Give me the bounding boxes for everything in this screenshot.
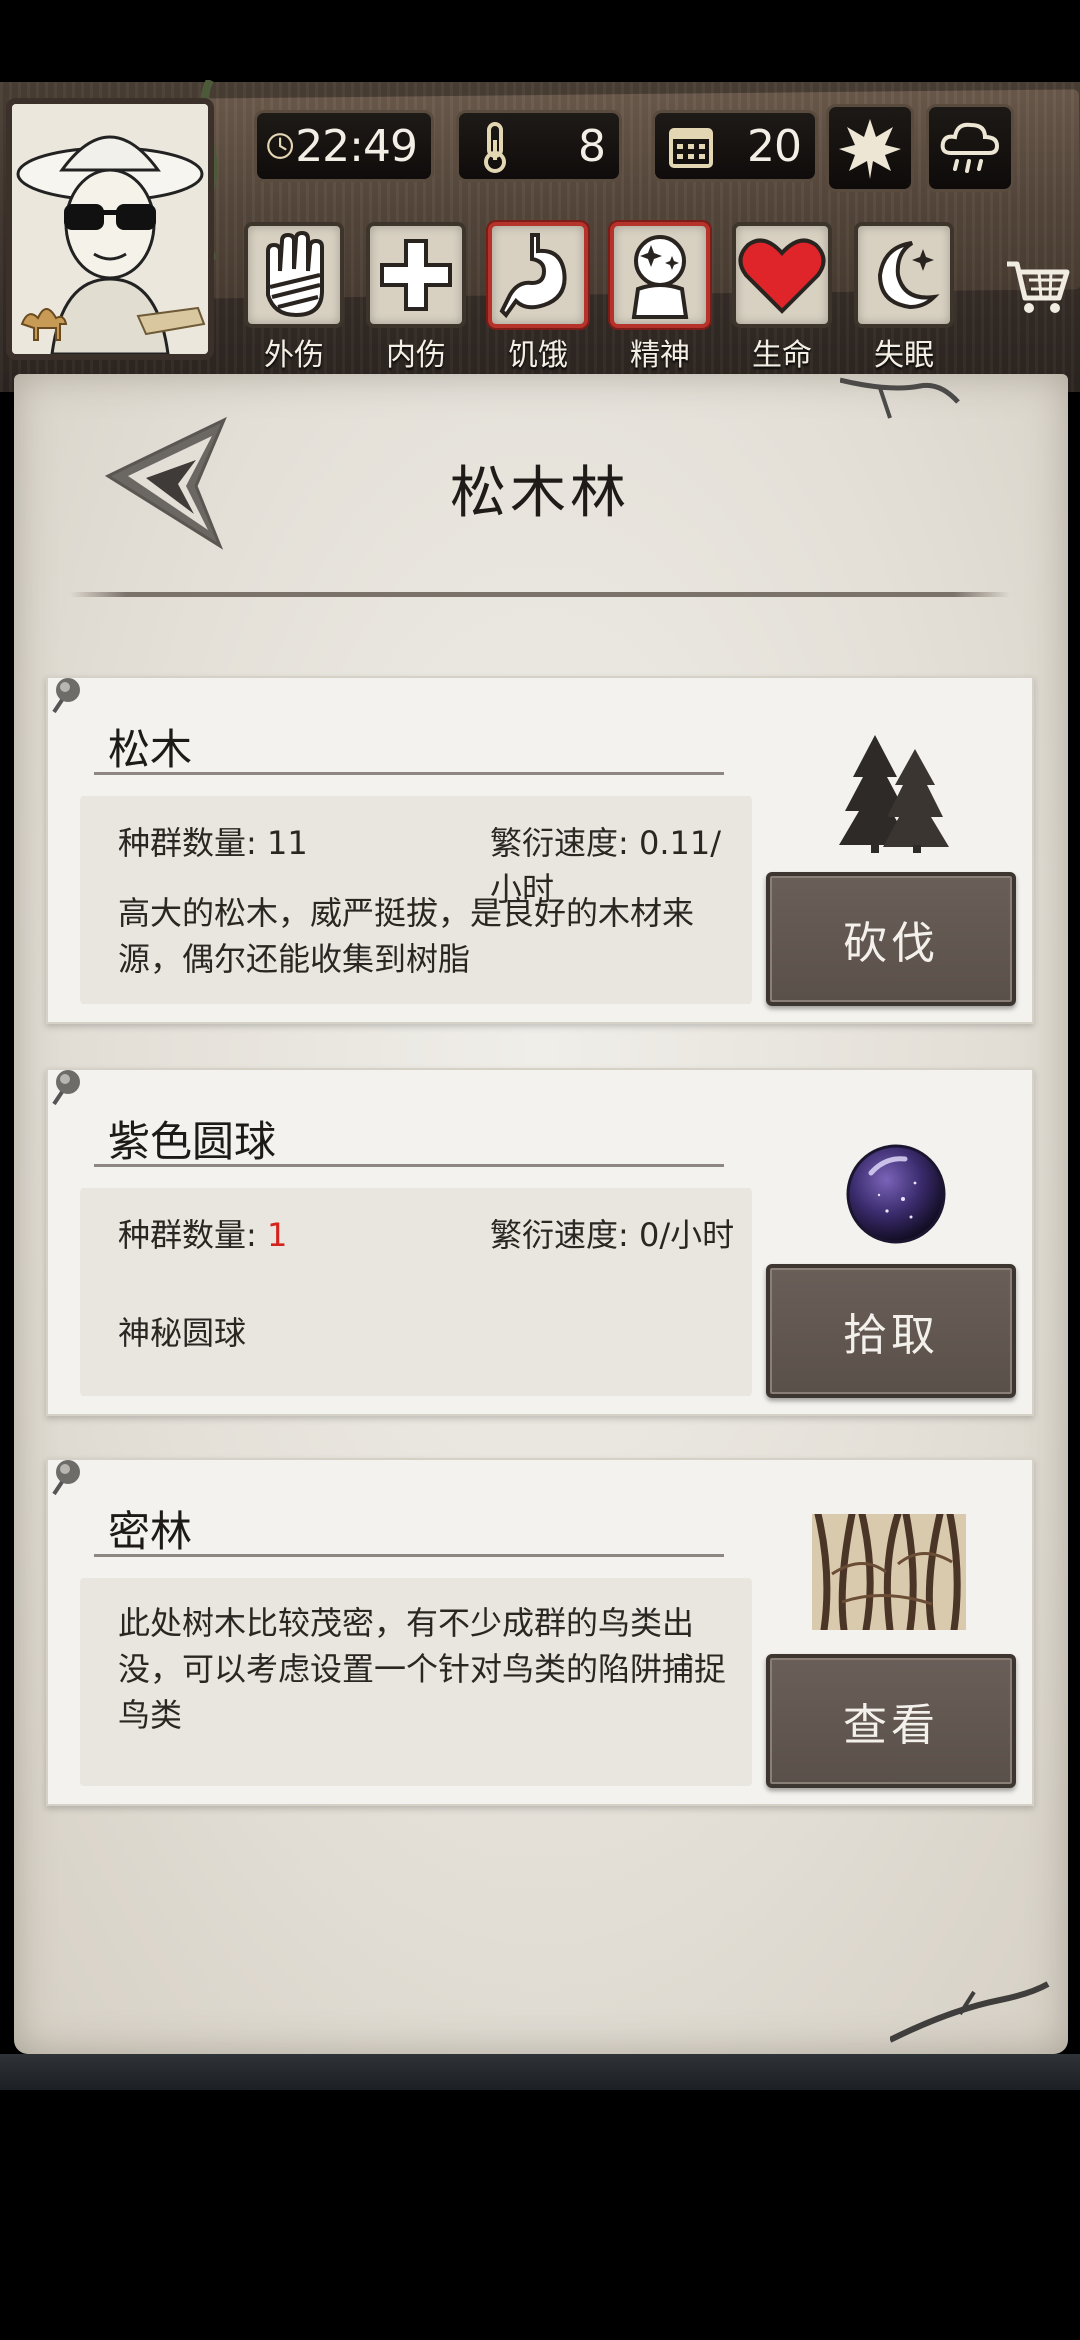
resource-art [812,1514,966,1630]
shop-button[interactable] [1000,250,1076,326]
pick-up-button[interactable]: 拾取 [766,1264,1016,1398]
resource-name: 紫色圆球 [108,1117,277,1166]
pine-trees-icon [839,735,949,853]
resource-description: 高大的松木，威严挺拔，是良好的木材来源，偶尔还能收集到树脂 [118,894,695,978]
growth-rate-label: 繁衍速度: [490,824,639,862]
resource-description: 此处树木比较茂密，有不少成群的鸟类出没，可以考虑设置一个针对鸟类的陷阱捕捉鸟类 [118,1604,727,1734]
back-arrow-icon [104,416,227,550]
rain-cloud-icon [940,122,1000,173]
resource-description: 神秘圆球 [118,1314,247,1352]
medical-cross-icon [380,239,452,311]
pushpin-icon [52,678,80,714]
growth-rate-row: 繁衍速度: 0/小时 [490,1210,734,1256]
stat-label: 外伤 [264,338,324,373]
thermometer-icon [484,122,506,173]
day-value: 20 [747,120,802,172]
population-value: 11 [266,824,308,862]
population-label: 种群数量: [118,824,267,862]
page-title: 松木林 [450,461,630,526]
clock-icon [267,133,294,159]
bandaged-hand-icon [266,231,324,318]
maple-leaf-icon [839,119,901,179]
dense-forest-icon [812,1514,966,1630]
stat-external-injury[interactable] [244,222,344,328]
stat-hunger[interactable] [488,222,588,328]
resource-name: 密林 [108,1507,193,1556]
chop-button[interactable]: 砍伐 [766,872,1016,1006]
explorer-avatar-icon [12,104,208,354]
purple-orb-icon [846,1144,946,1244]
resource-card-dense-forest: 密林 此处树木比较茂密，有不少成群的鸟类出没，可以考虑设置一个针对鸟类的陷阱捕捉… [46,1458,1034,1806]
resource-card-orb: 紫色圆球 种群数量: 1 繁衍速度: 0/小时 神秘圆球 拾取 [46,1068,1034,1416]
pushpin-icon [52,1070,80,1106]
resource-divider [94,1554,724,1557]
mind-icon [631,235,689,319]
resource-art [826,1124,966,1264]
stat-mental[interactable] [610,222,710,328]
temperature-display: 8 [456,110,622,182]
time-display: 22:49 [254,110,434,182]
growth-rate-label: 繁衍速度: [490,1216,639,1254]
population-value: 1 [266,1216,288,1254]
stat-internal-injury[interactable] [366,222,466,328]
temperature-value: 8 [578,120,606,172]
resource-art [826,722,966,862]
herb-button[interactable] [826,104,914,192]
stat-label: 内伤 [386,338,446,373]
view-button[interactable]: 查看 [766,1654,1016,1788]
resource-info: 此处树木比较茂密，有不少成群的鸟类出没，可以考虑设置一个针对鸟类的陷阱捕捉鸟类 [80,1578,752,1786]
population-row: 种群数量: 1 [118,1210,287,1256]
shopping-cart-icon [1007,261,1070,313]
calendar-icon [669,128,713,168]
day-display: 20 [652,110,818,182]
population-label: 种群数量: [118,1216,267,1254]
resource-info: 种群数量: 1 繁衍速度: 0/小时 神秘圆球 [80,1188,752,1396]
pushpin-icon [52,1460,80,1496]
growth-rate-value: 0/小时 [638,1216,735,1254]
stat-insomnia[interactable] [854,222,954,328]
title-divider [70,592,1010,597]
stomach-icon [499,233,567,319]
stat-health[interactable] [732,222,832,328]
resource-divider [94,1164,724,1167]
resource-card-pine: 松木 种群数量: 11 繁衍速度: 0.11/小时 高大的松木，威严挺拔，是良好… [46,676,1034,1024]
stat-label: 失眠 [874,338,934,373]
back-button[interactable] [100,414,234,554]
bottom-edge [0,2054,1080,2090]
stat-label: 饥饿 [508,338,568,373]
character-portrait[interactable] [6,98,214,360]
stat-label: 生命 [752,338,812,373]
weather-button[interactable] [926,104,1014,192]
population-row: 种群数量: 11 [118,818,308,864]
heart-icon [738,238,826,314]
resource-divider [94,772,724,775]
resource-info: 种群数量: 11 繁衍速度: 0.11/小时 高大的松木，威严挺拔，是良好的木材… [80,796,752,1004]
resource-name: 松木 [108,725,193,774]
moon-icon [877,241,940,310]
stat-label: 精神 [630,338,690,373]
time-value: 22:49 [295,120,418,172]
